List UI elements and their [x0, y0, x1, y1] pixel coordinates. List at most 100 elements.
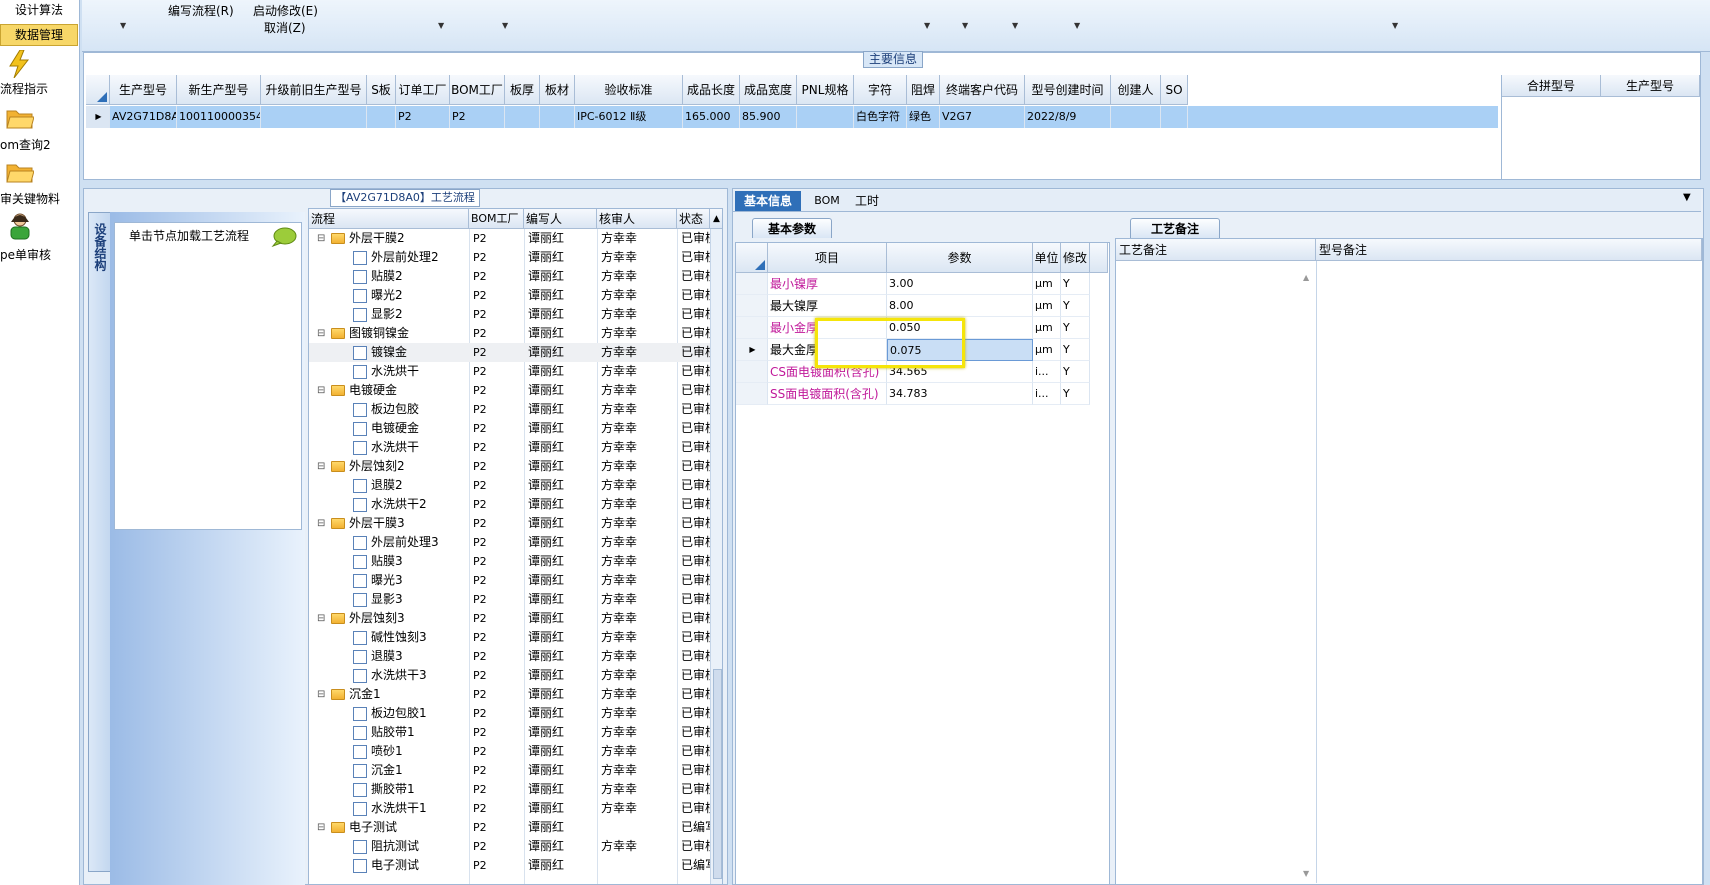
main-col-header[interactable]: BOM工厂	[450, 75, 505, 105]
main-col-header[interactable]: 终端客户代码	[940, 75, 1025, 105]
flow-row[interactable]: 贴膜2 P2 谭丽红 方幸幸 已审核	[309, 267, 710, 286]
chevron-down-icon[interactable]: ▼	[120, 21, 126, 30]
scroll-up-icon[interactable]: ▲	[1303, 273, 1309, 282]
merge-models-grid[interactable]: 合拼型号 生产型号	[1501, 75, 1700, 179]
flow-row[interactable]: 显影3 P2 谭丽红 方幸幸 已审核	[309, 590, 710, 609]
flow-row[interactable]: ⊟ 外层蚀刻2 P2 谭丽红 方幸幸 已审核	[309, 457, 710, 476]
chevron-down-icon[interactable]: ▼	[962, 21, 968, 30]
write-flow-button[interactable]: 编写流程(R)	[168, 2, 234, 19]
main-col-header[interactable]: 字符	[854, 75, 907, 105]
main-col-header[interactable]: 板厚	[505, 75, 540, 105]
tab-bom[interactable]: BOM	[809, 191, 845, 211]
flow-row[interactable]: 显影2 P2 谭丽红 方幸幸 已审核	[309, 305, 710, 324]
chevron-down-icon[interactable]: ▼	[924, 21, 930, 30]
flow-row[interactable]: 沉金1 P2 谭丽红 方幸幸 已审核	[309, 761, 710, 780]
main-col-header[interactable]: SO	[1161, 75, 1188, 105]
main-col-header[interactable]: 新生产型号	[177, 75, 261, 105]
param-row[interactable]: 最大镍厚 8.00 μm Y	[736, 295, 1108, 317]
flow-row[interactable]: 水洗烘干 P2 谭丽红 方幸幸 已审核	[309, 362, 710, 381]
main-col-header[interactable]: 板材	[540, 75, 575, 105]
collapse-icon[interactable]: ⊟	[317, 229, 325, 248]
table-row[interactable]: ▶AV2G71D8A010011000035478 P2P2 IPC-6012 Ⅱ级…	[86, 106, 1498, 128]
nav-item-pe-review[interactable]: pe单审核	[0, 212, 80, 262]
flow-row[interactable]: 水洗烘干2 P2 谭丽红 方幸幸 已审核	[309, 495, 710, 514]
nav-item-bom-query[interactable]: om查询2	[0, 106, 80, 154]
flow-row[interactable]: 电镀硬金 P2 谭丽红 方幸幸 已审核	[309, 419, 710, 438]
flow-row[interactable]: ⊟ 外层干膜3 P2 谭丽红 方幸幸 已审核	[309, 514, 710, 533]
main-col-header[interactable]: PNL规格	[797, 75, 854, 105]
flow-row[interactable]: 贴膜3 P2 谭丽红 方幸幸 已审核	[309, 552, 710, 571]
main-col-header[interactable]: 成品宽度	[740, 75, 797, 105]
param-value-input[interactable]: 8.00	[887, 295, 1033, 317]
main-info-grid[interactable]: 生产型号 新生产型号 升级前旧生产型号 S板 订单工厂 BOM工厂 板厚 板材 验收标准 成品长度…	[86, 75, 1498, 179]
collapse-icon[interactable]: ⊟	[317, 514, 325, 533]
flow-row[interactable]: ⊟ 外层干膜2 P2 谭丽红 方幸幸 已审核	[309, 229, 710, 248]
chevron-down-icon[interactable]: ▼	[502, 21, 508, 30]
tab-process-notes[interactable]: 工艺备注	[1130, 218, 1220, 238]
param-value-input[interactable]: 34.783	[887, 383, 1033, 405]
main-col-header[interactable]: S板	[367, 75, 396, 105]
main-col-header[interactable]: 升级前旧生产型号	[261, 75, 367, 105]
cancel-button[interactable]: 取消(Z)	[264, 19, 306, 36]
nav-item-flow[interactable]: 流程指示	[0, 48, 80, 100]
main-col-header[interactable]: 阻焊	[907, 75, 940, 105]
notes-panel[interactable]: 工艺备注 型号备注 ▲ ▼	[1115, 238, 1703, 885]
main-col-header[interactable]: 生产型号	[110, 75, 177, 105]
flow-row[interactable]: ⊟ 沉金1 P2 谭丽红 方幸幸 已审核	[309, 685, 710, 704]
chevron-down-icon[interactable]: ▼	[1392, 21, 1398, 30]
flow-row[interactable]: 退膜3 P2 谭丽红 方幸幸 已审核	[309, 647, 710, 666]
flow-row[interactable]: 水洗烘干1 P2 谭丽红 方幸幸 已审核	[309, 799, 710, 818]
collapse-icon[interactable]: ⊟	[317, 609, 325, 628]
collapse-icon[interactable]: ⊟	[317, 324, 325, 343]
scroll-thumb[interactable]	[713, 669, 722, 879]
flow-row[interactable]: ⊟ 电镀硬金 P2 谭丽红 方幸幸 已审核	[309, 381, 710, 400]
flow-row[interactable]: 外层前处理3 P2 谭丽红 方幸幸 已审核	[309, 533, 710, 552]
main-col-header[interactable]: 订单工厂	[396, 75, 450, 105]
main-col-header[interactable]: 创建人	[1111, 75, 1161, 105]
flow-row[interactable]: 碱性蚀刻3 P2 谭丽红 方幸幸 已审核	[309, 628, 710, 647]
flow-row[interactable]: 水洗烘干3 P2 谭丽红 方幸幸 已审核	[309, 666, 710, 685]
main-col-header[interactable]: 成品长度	[683, 75, 740, 105]
flow-row[interactable]: 水洗烘干 P2 谭丽红 方幸幸 已审核	[309, 438, 710, 457]
flow-row[interactable]: 电子测试 P2 谭丽红 已编写	[309, 856, 710, 875]
flow-row[interactable]: 阻抗测试 P2 谭丽红 方幸幸 已审核	[309, 837, 710, 856]
flow-row[interactable]: 喷砂1 P2 谭丽红 方幸幸 已审核	[309, 742, 710, 761]
chevron-down-icon[interactable]: ▼	[1683, 192, 1691, 203]
collapse-icon[interactable]: ⊟	[317, 685, 325, 704]
tab-basic-info[interactable]: 基本信息	[735, 191, 801, 211]
flow-tree-grid[interactable]: 流程 BOM工厂 编写人 核审人 状态 ▲ ⊟外层干膜2P2谭丽红方幸幸已审核外…	[308, 208, 723, 885]
chevron-down-icon[interactable]: ▼	[1012, 21, 1018, 30]
scroll-up-icon[interactable]: ▲	[710, 209, 722, 229]
flow-row[interactable]: ⊟ 电子测试 P2 谭丽红 已编写	[309, 818, 710, 837]
flow-scrollbar[interactable]	[710, 229, 722, 884]
collapse-icon[interactable]: ⊟	[317, 818, 325, 837]
nav-design-algorithm[interactable]: 设计算法	[0, 0, 78, 22]
param-value-input[interactable]: 3.00	[887, 273, 1033, 295]
nav-item-key-material[interactable]: 审关键物料	[0, 160, 80, 208]
flow-row[interactable]: 曝光2 P2 谭丽红 方幸幸 已审核	[309, 286, 710, 305]
flow-row[interactable]: 板边包胶 P2 谭丽红 方幸幸 已审核	[309, 400, 710, 419]
flow-row[interactable]: 贴胶带1 P2 谭丽红 方幸幸 已审核	[309, 723, 710, 742]
start-modify-button[interactable]: 启动修改(E)	[253, 2, 318, 19]
flow-row[interactable]: 退膜2 P2 谭丽红 方幸幸 已审核	[309, 476, 710, 495]
flow-row[interactable]: 曝光3 P2 谭丽红 方幸幸 已审核	[309, 571, 710, 590]
tab-hours[interactable]: 工时	[847, 191, 887, 211]
flow-row[interactable]: ⊟ 图镀铜镍金 P2 谭丽红 方幸幸 已审核	[309, 324, 710, 343]
scroll-down-icon[interactable]: ▼	[1303, 869, 1309, 878]
main-col-header[interactable]: 型号创建时间	[1025, 75, 1111, 105]
flow-row[interactable]: 撕胶带1 P2 谭丽红 方幸幸 已审核	[309, 780, 710, 799]
collapse-icon[interactable]: ⊟	[317, 381, 325, 400]
flow-row[interactable]: 镀镍金 P2 谭丽红 方幸幸 已审核	[309, 343, 710, 362]
flow-row[interactable]: 外层前处理2 P2 谭丽红 方幸幸 已审核	[309, 248, 710, 267]
structure-tree[interactable]: 单击节点加载工艺流程	[114, 222, 302, 530]
main-col-header[interactable]: 验收标准	[575, 75, 683, 105]
collapse-icon[interactable]: ⊟	[317, 457, 325, 476]
flow-row[interactable]: ⊟ 外层蚀刻3 P2 谭丽红 方幸幸 已审核	[309, 609, 710, 628]
tab-basic-params[interactable]: 基本参数	[752, 218, 832, 238]
equipment-structure-tab[interactable]: 设备结构	[88, 212, 110, 872]
chevron-down-icon[interactable]: ▼	[438, 21, 444, 30]
chevron-down-icon[interactable]: ▼	[1074, 21, 1080, 30]
flow-row[interactable]: 板边包胶1 P2 谭丽红 方幸幸 已审核	[309, 704, 710, 723]
param-row[interactable]: SS面电镀面积(含孔) 34.783 i... Y	[736, 383, 1108, 405]
param-row[interactable]: 最小镍厚 3.00 μm Y	[736, 273, 1108, 295]
